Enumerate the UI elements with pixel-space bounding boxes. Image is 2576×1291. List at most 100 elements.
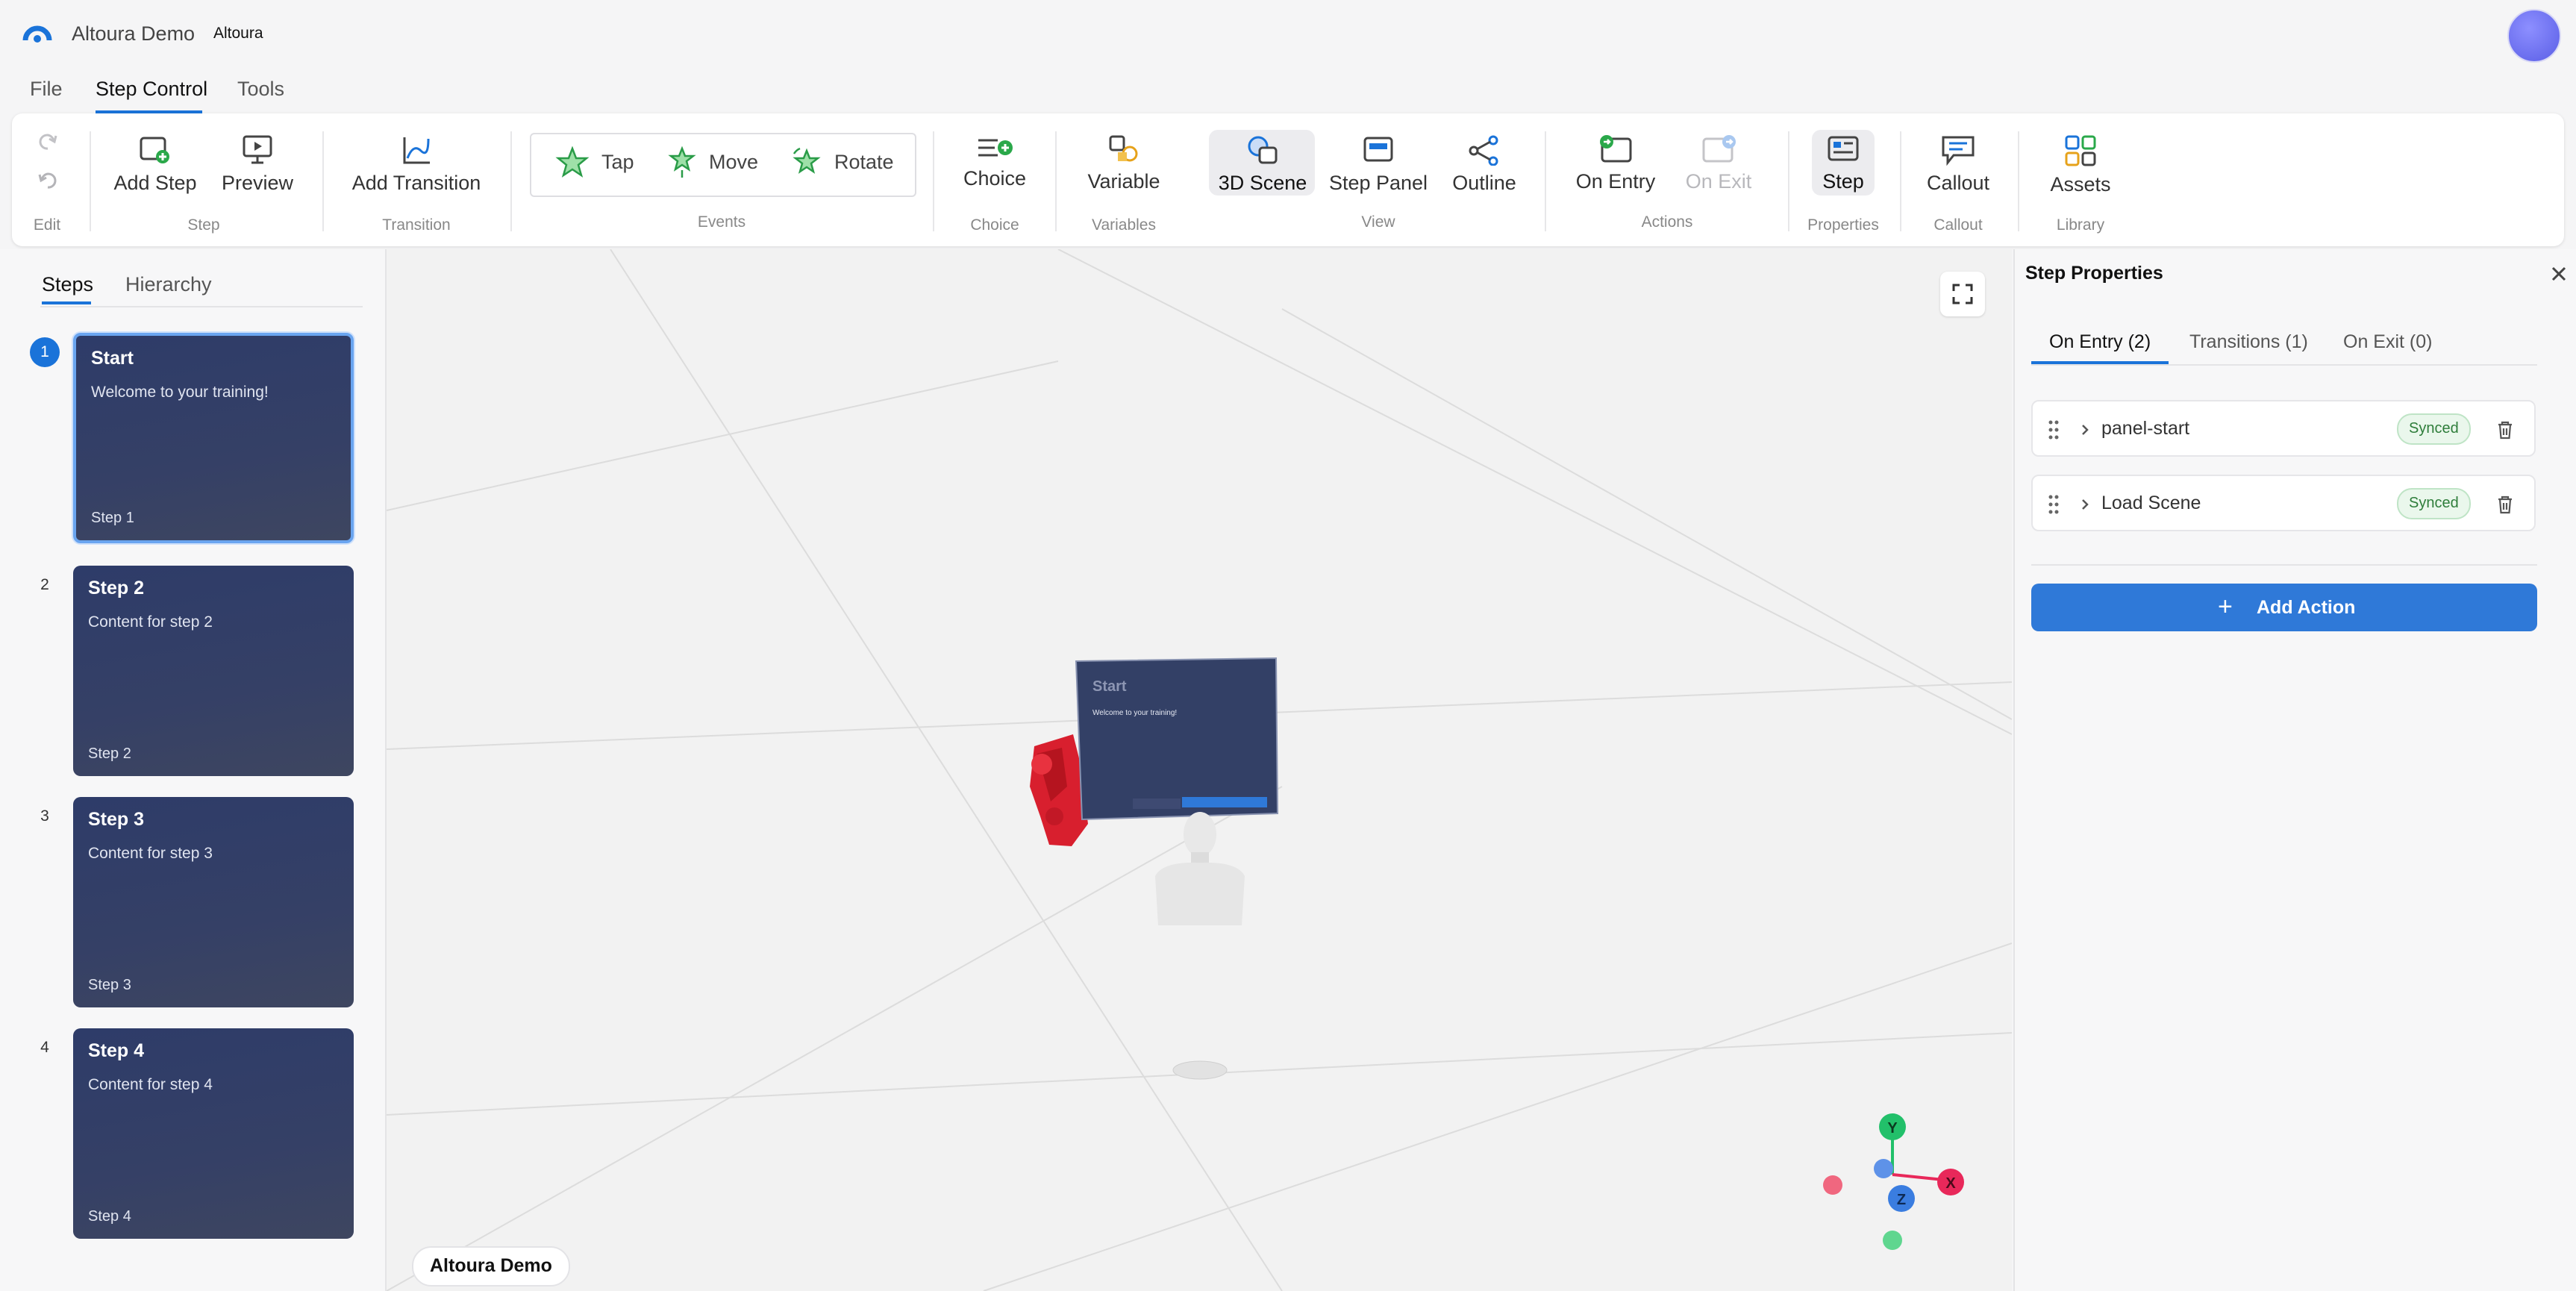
add-action-button[interactable]: + Add Action [2031,584,2537,631]
tab-hierarchy[interactable]: Hierarchy [125,273,212,296]
trash-icon[interactable] [2495,494,2515,515]
3d-scene-label: 3D Scene [1218,172,1307,194]
3d-scene-icon [1248,136,1278,164]
add-step-label: Add Step [113,172,197,194]
step-card-4[interactable]: Step 4 Content for step 4 Step 4 [73,1028,354,1239]
callout-button[interactable]: Callout [1918,134,1998,195]
ribbon-divider [1055,131,1057,231]
ribbon-divider [933,131,934,231]
tab-steps[interactable]: Steps [42,273,93,296]
menu-tools[interactable]: Tools [237,78,284,101]
trash-icon[interactable] [2495,419,2515,440]
group-label-events: Events [697,213,746,231]
panel-title: Step Properties [2025,263,2163,284]
app-logo-icon [22,25,52,43]
assets-button[interactable]: Assets [2040,134,2121,196]
add-transition-label: Add Transition [351,172,481,194]
step-card-3[interactable]: Step 3 Content for step 3 Step 3 [73,797,354,1007]
choice-button[interactable]: Choice [955,136,1034,190]
step-number: 3 [40,807,49,825]
add-step-button[interactable]: Add Step [110,136,200,195]
tab-transitions[interactable]: Transitions (1) [2189,331,2308,353]
add-step-icon [140,137,169,163]
on-exit-icon [1702,135,1736,163]
close-icon[interactable] [2548,263,2570,285]
step-footer: Step 1 [91,510,134,526]
rotate-button[interactable]: Rotate [834,151,894,174]
step-panel-icon [1363,137,1393,162]
panel-preview-title: Start [1092,678,1127,695]
ground-marker [1172,1060,1228,1080]
choice-icon [978,139,1013,157]
preview-label: Preview [221,172,294,194]
3d-viewport[interactable]: Start Welcome to your training! Y X Z [387,249,2012,1291]
org-name[interactable]: Altoura [213,25,263,43]
tap-button[interactable]: Tap [601,151,634,174]
group-label-library: Library [2056,216,2105,234]
mannequin-model [1155,812,1245,925]
group-label-actions: Actions [1641,213,1693,231]
step-footer: Step 2 [88,745,131,762]
group-label-edit: Edit [33,216,61,234]
axis-x-label: X [1945,1175,1956,1192]
move-button[interactable]: Move [709,151,758,174]
on-exit-button[interactable]: On Exit [1678,134,1760,193]
step-panel-label: Step Panel [1328,172,1428,194]
step-panel-button[interactable]: Step Panel [1328,134,1428,195]
variable-button[interactable]: Variable [1078,134,1170,193]
tap-star-icon [555,146,590,178]
action-name: panel-start [2101,418,2190,439]
add-action-label: Add Action [2257,597,2356,618]
undo-icon[interactable] [37,172,58,191]
step-properties-icon [1828,136,1859,161]
preview-button[interactable]: Preview [216,134,298,195]
step-card-2[interactable]: Step 2 Content for step 2 Step 2 [73,566,354,776]
outline-button[interactable]: Outline [1445,134,1524,195]
redo-icon[interactable] [37,133,58,152]
tab-divider [40,306,363,307]
step-subtitle: Content for step 3 [88,845,213,862]
action-row[interactable]: panel-start Synced [2031,400,2536,457]
assets-label: Assets [2050,173,2111,196]
scene-name-badge: Altoura Demo [412,1246,570,1287]
group-label-properties: Properties [1807,216,1879,234]
step-number: 1 [30,337,60,367]
action-name: Load Scene [2101,493,2201,513]
step-footer: Step 4 [88,1208,131,1225]
axis-gizmo[interactable]: Y X Z [1823,1113,1964,1250]
tab-active-indicator [2031,361,2169,364]
on-entry-button[interactable]: On Entry [1570,134,1661,193]
drag-handle-icon[interactable] [2048,419,2060,440]
variable-label: Variable [1087,170,1160,193]
add-transition-button[interactable]: Add Transition [348,134,485,195]
chevron-right-icon[interactable] [2079,496,2091,513]
fullscreen-button[interactable] [1940,272,1985,316]
step-properties-button[interactable]: Step [1812,134,1875,193]
menu-file[interactable]: File [30,78,63,101]
outline-icon [1469,135,1498,166]
step-subtitle: Welcome to your training! [91,384,269,401]
action-row[interactable]: Load Scene Synced [2031,475,2536,531]
chevron-right-icon[interactable] [2079,421,2091,439]
tab-on-entry[interactable]: On Entry (2) [2049,331,2151,353]
avatar[interactable] [2507,9,2561,63]
tab-on-exit[interactable]: On Exit (0) [2343,331,2432,353]
move-star-icon [668,146,696,178]
ribbon-divider [2018,131,2019,231]
step-footer: Step 3 [88,977,131,993]
step-number: 4 [40,1039,49,1056]
synced-badge: Synced [2397,488,2471,519]
menu-step-control[interactable]: Step Control [96,78,207,101]
drag-handle-icon[interactable] [2048,494,2060,515]
choice-label: Choice [963,167,1027,190]
plus-icon: + [2218,593,2233,621]
ribbon-divider [322,131,324,231]
step-number: 2 [40,576,49,593]
add-transition-icon [403,137,430,164]
step-card-1[interactable]: Start Welcome to your training! Step 1 [73,333,354,543]
synced-badge: Synced [2397,413,2471,445]
on-exit-label: On Exit [1685,170,1752,193]
tab-active-indicator [42,301,91,304]
3d-scene-button[interactable]: 3D Scene [1213,134,1312,195]
callout-icon [1942,136,1975,166]
